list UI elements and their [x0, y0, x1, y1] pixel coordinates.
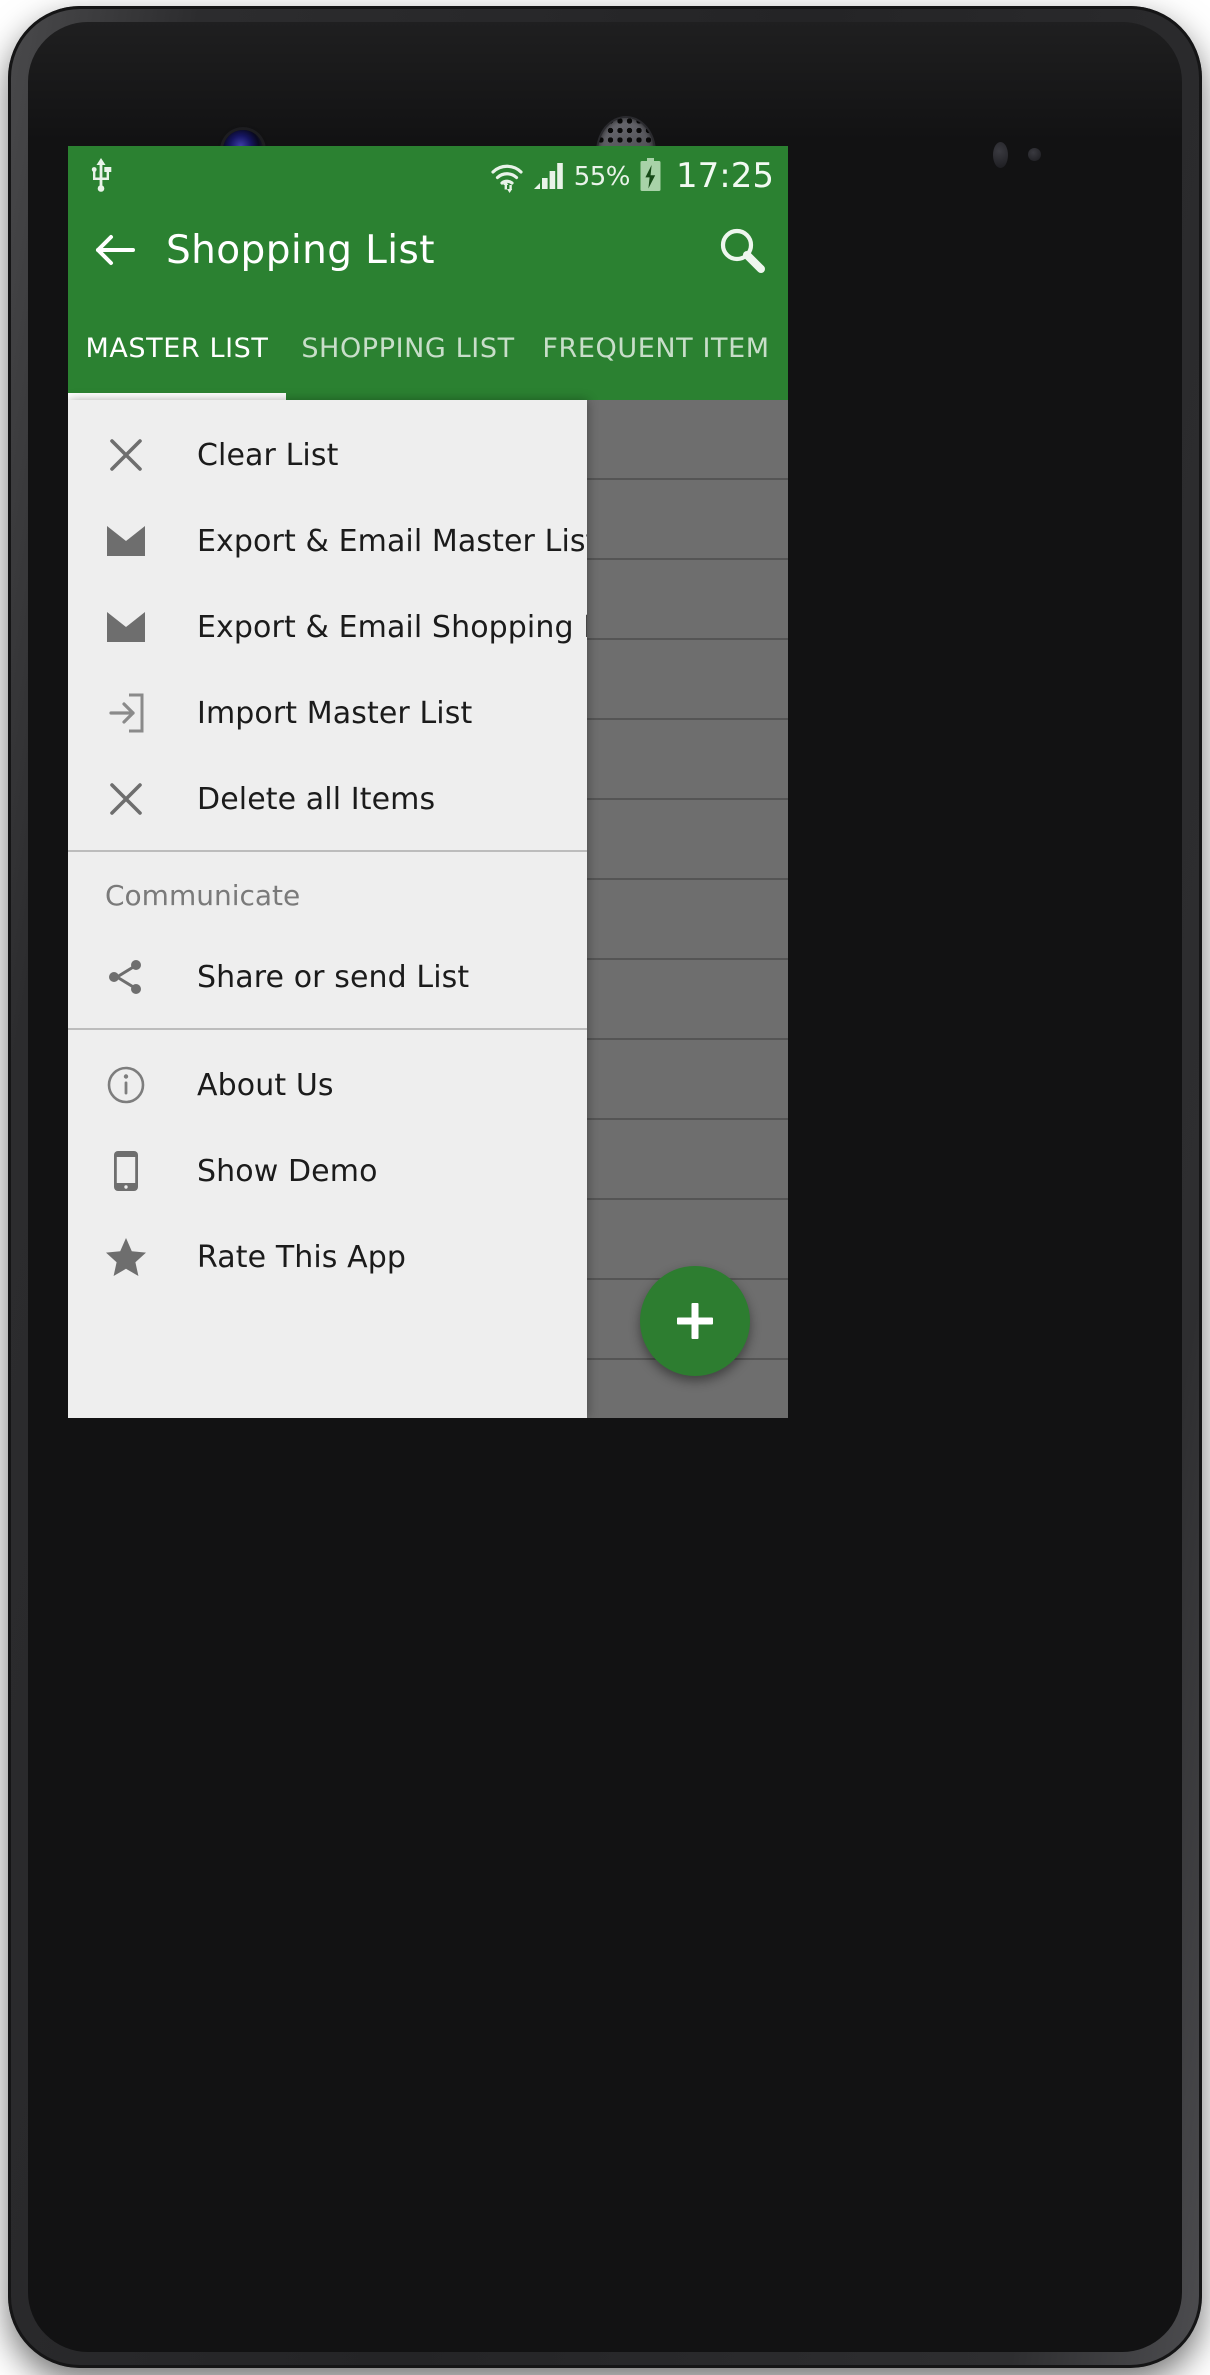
battery-percent-label: 55%	[573, 161, 631, 192]
menu-item-label: Import Master List	[197, 695, 473, 731]
status-bar: 55% 17:25	[68, 146, 788, 204]
plus-icon	[677, 1303, 713, 1339]
add-item-fab[interactable]	[640, 1266, 750, 1376]
menu-item-clear-list[interactable]: Clear List	[68, 412, 587, 498]
menu-item-rate-this-app[interactable]: Rate This App	[68, 1214, 587, 1300]
envelope-icon	[105, 606, 147, 648]
menu-item-label: Clear List	[197, 437, 339, 473]
menu-item-about-us[interactable]: About Us	[68, 1042, 587, 1128]
tab-frequent-item[interactable]: FREQUENT ITEM	[530, 296, 782, 400]
search-button[interactable]	[714, 222, 770, 278]
phone-frame: 55% 17:25 Shopping List MASTER LIST SHOP…	[8, 6, 1202, 2368]
menu-item-export-email-shopping-list[interactable]: Export & Email Shopping List	[68, 584, 587, 670]
tab-bar: MASTER LIST SHOPPING LIST FREQUENT ITEM	[68, 296, 788, 400]
phone-body: 55% 17:25 Shopping List MASTER LIST SHOP…	[28, 22, 1182, 2352]
close-x-icon	[105, 778, 147, 820]
overflow-menu: Clear List Export & Email Master List Ex…	[68, 400, 587, 1418]
info-circle-icon	[105, 1064, 147, 1106]
back-button[interactable]	[94, 228, 138, 272]
star-icon	[105, 1236, 147, 1278]
menu-item-label: Share or send List	[197, 959, 470, 995]
smartphone-icon	[105, 1150, 147, 1192]
tab-shopping-list[interactable]: SHOPPING LIST	[286, 296, 530, 400]
menu-item-label: Delete all Items	[197, 781, 436, 817]
tab-shopping-list-label: SHOPPING LIST	[301, 332, 515, 364]
menu-section-header-communicate: Communicate	[105, 878, 301, 912]
import-arrow-icon	[105, 692, 147, 734]
status-clock: 17:25	[676, 155, 774, 196]
phone-screen: 55% 17:25 Shopping List MASTER LIST SHOP…	[68, 146, 788, 1418]
tab-master-list[interactable]: MASTER LIST	[68, 296, 286, 400]
tab-master-list-label: MASTER LIST	[85, 332, 269, 364]
usb-icon	[91, 158, 112, 192]
menu-divider	[68, 1028, 587, 1030]
share-icon	[105, 956, 147, 998]
arrow-left-icon	[96, 235, 135, 265]
menu-item-show-demo[interactable]: Show Demo	[68, 1128, 587, 1214]
bezel-gloss	[28, 22, 1182, 142]
signal-bars-icon	[533, 162, 563, 189]
menu-item-import-master-list[interactable]: Import Master List	[68, 670, 587, 756]
envelope-icon	[105, 520, 147, 562]
menu-item-share-or-send-list[interactable]: Share or send List	[68, 934, 587, 1020]
menu-divider	[68, 850, 587, 852]
menu-item-label: Rate This App	[197, 1239, 407, 1275]
status-icons-group: 55% 17:25	[490, 155, 774, 196]
wifi-icon	[491, 164, 523, 193]
tab-active-indicator	[68, 393, 286, 400]
proximity-sensor-icon	[993, 142, 1008, 168]
menu-item-label: Export & Email Master List	[197, 523, 587, 559]
menu-item-label: Show Demo	[197, 1153, 378, 1189]
page-title: Shopping List	[166, 227, 435, 273]
close-x-icon	[105, 434, 147, 476]
menu-item-export-email-master-list[interactable]: Export & Email Master List	[68, 498, 587, 584]
menu-item-label: Export & Email Shopping List	[197, 609, 587, 645]
app-bar: Shopping List	[68, 204, 788, 296]
tab-frequent-item-label: FREQUENT ITEM	[542, 332, 770, 364]
search-icon	[720, 228, 765, 273]
menu-item-label: About Us	[197, 1067, 334, 1103]
battery-charging-icon	[640, 157, 661, 191]
menu-item-delete-all-items[interactable]: Delete all Items	[68, 756, 587, 842]
light-sensor-icon	[1028, 148, 1041, 161]
